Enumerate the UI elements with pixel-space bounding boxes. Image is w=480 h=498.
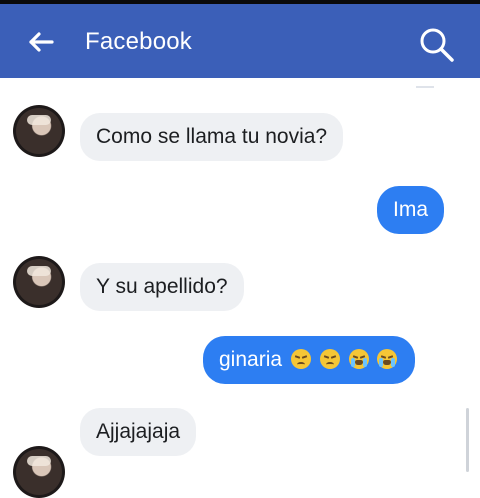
app-title: Facebook (85, 28, 192, 55)
back-arrow-icon[interactable] (28, 31, 54, 53)
message-incoming[interactable]: Ajjajajaja (80, 408, 197, 456)
app-header: Facebook (0, 4, 480, 78)
disappointed-face-icon (319, 349, 340, 369)
avatar[interactable] (13, 105, 65, 157)
scrollbar[interactable] (466, 408, 469, 472)
message-incoming[interactable]: Y su apellido? (80, 263, 244, 311)
avatar[interactable] (13, 446, 65, 498)
message-text: ginaria (219, 348, 283, 371)
crying-face-icon (348, 349, 369, 369)
avatar[interactable] (13, 256, 65, 308)
chat-area[interactable]: Como se llama tu novia? Ima Y su apellid… (0, 78, 480, 498)
message-incoming[interactable]: Como se llama tu novia? (80, 113, 344, 161)
message-outgoing[interactable]: ginaria (203, 336, 416, 384)
divider (416, 86, 434, 88)
message-outgoing[interactable]: Ima (377, 186, 445, 234)
crying-face-icon (377, 349, 398, 369)
search-icon[interactable] (418, 26, 456, 64)
disappointed-face-icon (290, 349, 311, 369)
